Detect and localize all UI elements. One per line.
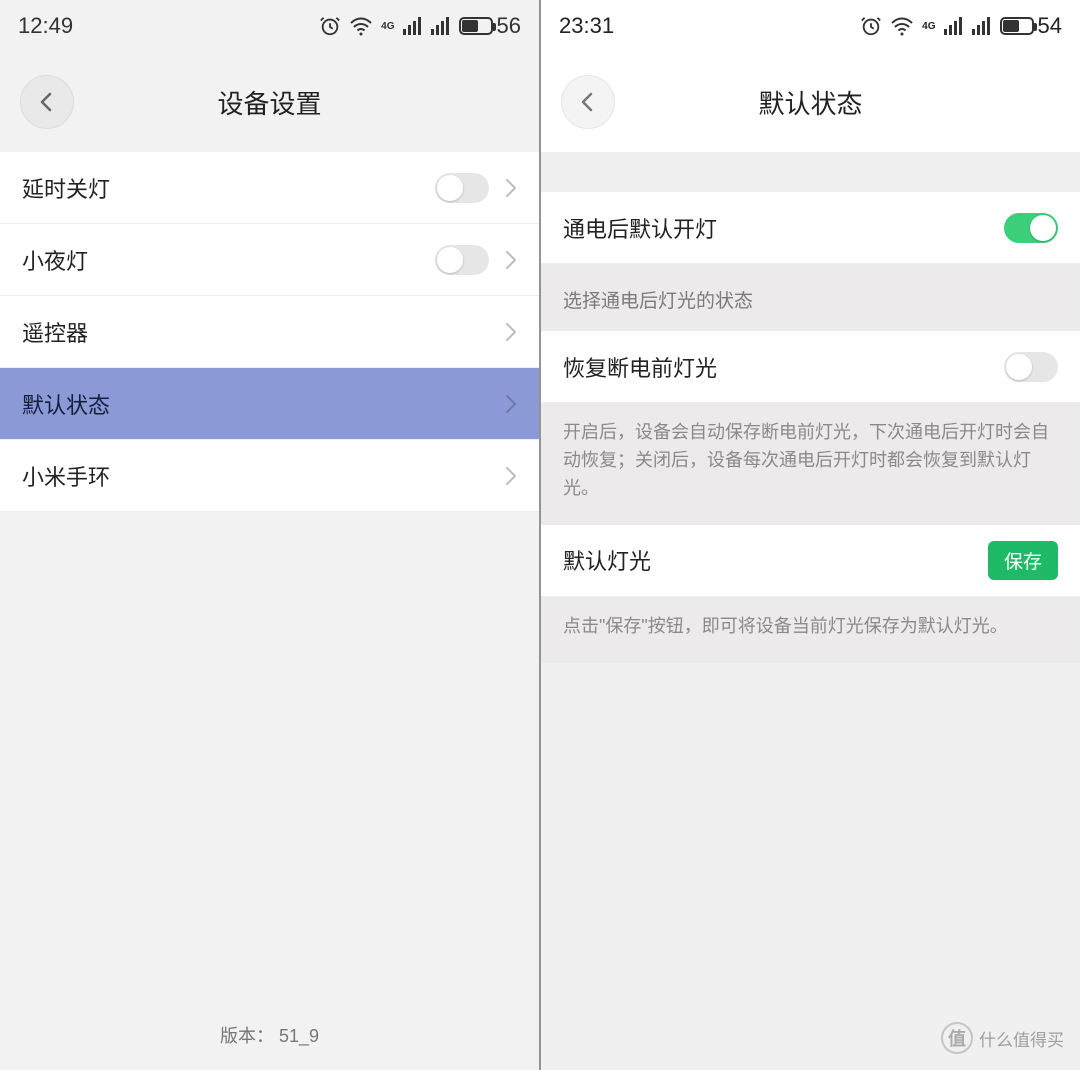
toggle-restore-previous[interactable]	[1004, 352, 1058, 382]
chevron-right-icon	[505, 466, 517, 486]
chevron-left-icon	[38, 91, 56, 113]
signal-icon-2	[972, 17, 992, 35]
settings-row[interactable]: 默认状态	[0, 368, 539, 440]
chevron-right-icon	[505, 250, 517, 270]
page-title: 默认状态	[758, 84, 862, 121]
signal-icon-2	[431, 17, 451, 35]
status-time: 12:49	[18, 13, 73, 39]
signal-icon-1	[944, 17, 964, 35]
chevron-right-icon	[505, 178, 517, 198]
wifi-icon	[349, 16, 373, 36]
back-button[interactable]	[561, 75, 615, 129]
settings-row[interactable]: 遥控器	[0, 296, 539, 368]
chevron-right-icon	[505, 322, 517, 342]
row-power-on-default[interactable]: 通电后默认开灯	[541, 192, 1080, 264]
alarm-icon	[860, 15, 882, 37]
settings-row[interactable]: 小夜灯	[0, 224, 539, 296]
section-header: 选择通电后灯光的状态	[541, 264, 1080, 331]
nav-header: 默认状态	[541, 52, 1080, 152]
status-icons: 4G 56	[319, 13, 521, 39]
row-label: 小夜灯	[22, 244, 435, 276]
status-time: 23:31	[559, 13, 614, 39]
battery-text: 56	[497, 13, 521, 39]
wifi-icon	[890, 16, 914, 36]
row-label: 遥控器	[22, 316, 505, 348]
row-label: 延时关灯	[22, 172, 435, 204]
watermark-text: 什么值得买	[979, 1026, 1064, 1051]
phone-left: 12:49 4G 56 设备设置 延时关灯小夜灯遥控器默认状态小米手环 版本： …	[0, 0, 539, 1070]
nav-header: 设备设置	[0, 52, 539, 152]
battery-fill-left	[462, 20, 479, 32]
signal-icon-1	[403, 17, 423, 35]
settings-row[interactable]: 小米手环	[0, 440, 539, 512]
watermark-icon: 值	[941, 1022, 973, 1054]
version-label: 版本： 51_9	[0, 1022, 539, 1048]
status-bar: 23:31 4G 54	[541, 0, 1080, 52]
watermark: 值 什么值得买	[941, 1022, 1064, 1054]
signal-4g-label: 4G	[381, 21, 394, 32]
row-label: 小米手环	[22, 460, 505, 492]
settings-row[interactable]: 延时关灯	[0, 152, 539, 224]
save-button[interactable]: 保存	[988, 541, 1058, 580]
settings-list: 延时关灯小夜灯遥控器默认状态小米手环	[0, 152, 539, 512]
back-button[interactable]	[20, 75, 74, 129]
row-label: 默认灯光	[563, 544, 988, 576]
row-restore-previous[interactable]: 恢复断电前灯光	[541, 331, 1080, 403]
spacer	[541, 152, 1080, 192]
battery-text: 54	[1038, 13, 1062, 39]
status-bar: 12:49 4G 56	[0, 0, 539, 52]
battery-indicator: 56	[459, 13, 521, 39]
row-label: 恢复断电前灯光	[563, 351, 1004, 383]
status-icons: 4G 54	[860, 13, 1062, 39]
signal-4g-label: 4G	[922, 21, 935, 32]
row-label: 通电后默认开灯	[563, 212, 1004, 244]
alarm-icon	[319, 15, 341, 37]
page-title: 设备设置	[217, 84, 321, 121]
explain-restore: 开启后，设备会自动保存断电前灯光，下次通电后开灯时会自动恢复；关闭后，设备每次通…	[541, 403, 1080, 525]
toggle[interactable]	[435, 173, 489, 203]
chevron-left-icon	[579, 91, 597, 113]
battery-fill-right	[1003, 20, 1019, 32]
toggle[interactable]	[435, 245, 489, 275]
row-label: 默认状态	[22, 388, 505, 420]
toggle-power-on-default[interactable]	[1004, 213, 1058, 243]
chevron-right-icon	[505, 394, 517, 414]
battery-indicator: 54	[1000, 13, 1062, 39]
row-default-light: 默认灯光 保存	[541, 525, 1080, 597]
explain-default: 点击"保存"按钮，即可将设备当前灯光保存为默认灯光。	[541, 597, 1080, 663]
phone-right: 23:31 4G 54 默认状态 通电后默认开灯 选择通电后灯光的状态 恢复断电…	[541, 0, 1080, 1070]
